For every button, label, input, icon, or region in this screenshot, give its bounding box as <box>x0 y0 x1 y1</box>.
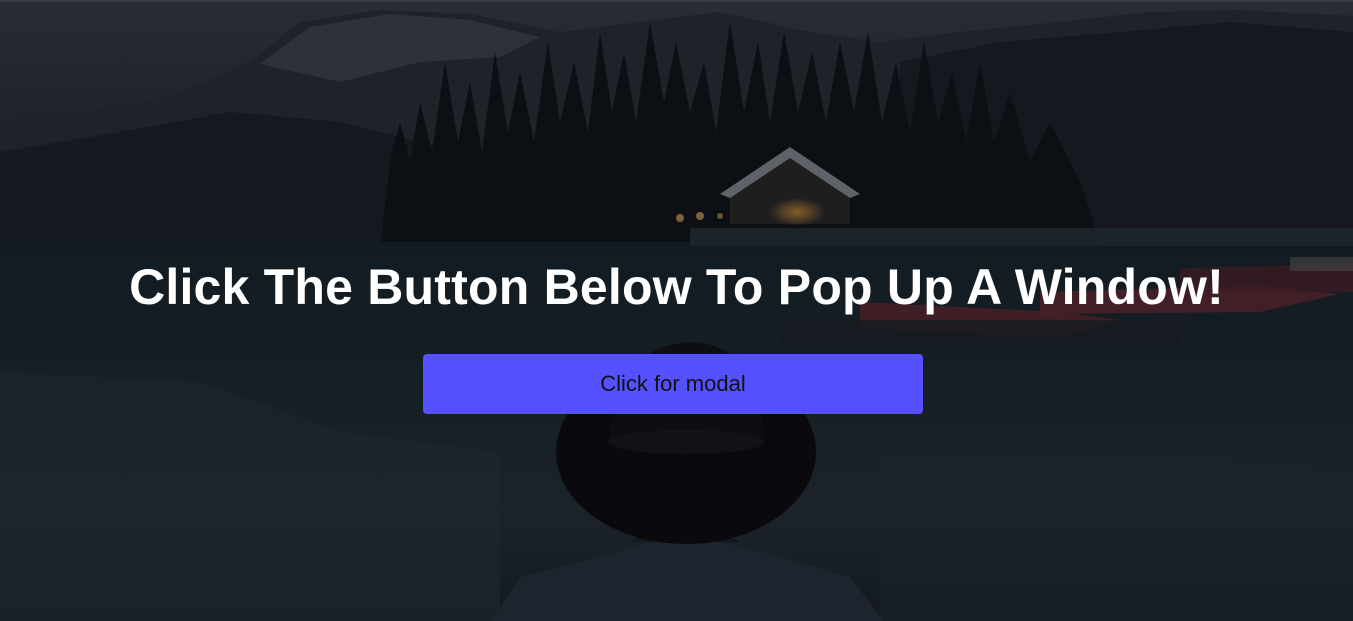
page: Click The Button Below To Pop Up A Windo… <box>0 0 1353 621</box>
open-modal-button[interactable]: Click for modal <box>423 354 923 414</box>
page-title: Click The Button Below To Pop Up A Windo… <box>129 259 1224 315</box>
